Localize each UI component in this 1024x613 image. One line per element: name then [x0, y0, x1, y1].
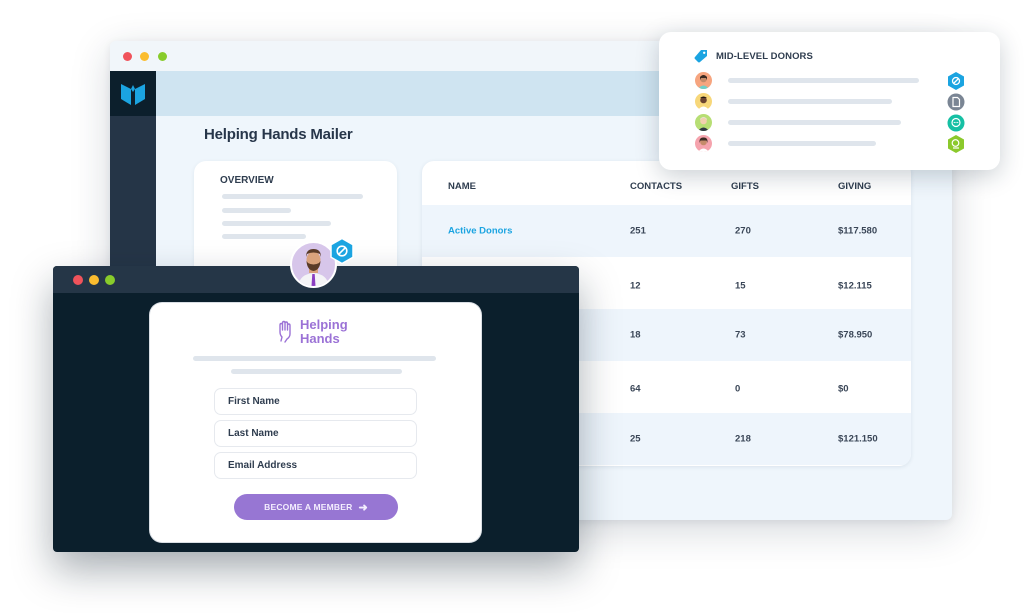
minimize-window-button[interactable] — [140, 52, 149, 61]
donor-list-item[interactable] — [659, 135, 1000, 155]
table-row[interactable]: Active Donors 251 270 $117.580 — [422, 205, 911, 257]
contacts-cell: 18 — [630, 329, 641, 341]
column-header-giving[interactable]: GIVING — [838, 181, 871, 192]
skeleton-line — [728, 141, 876, 146]
donation-icon[interactable] — [947, 135, 965, 153]
become-member-button[interactable]: BECOME A MEMBER ➜ — [234, 494, 398, 520]
close-window-button[interactable] — [123, 52, 132, 61]
close-window-button[interactable] — [73, 275, 83, 285]
link-icon[interactable] — [947, 72, 965, 90]
brand-line-2: Hands — [300, 331, 340, 346]
document-icon[interactable] — [947, 93, 965, 111]
skeleton-line — [728, 99, 892, 104]
brand-name: Helping Hands — [300, 318, 348, 346]
gifts-cell: 15 — [735, 280, 746, 292]
skeleton-line — [222, 221, 331, 226]
giving-cell: $0 — [838, 383, 849, 395]
minimize-window-button[interactable] — [89, 275, 99, 285]
maximize-window-button[interactable] — [105, 275, 115, 285]
app-logo[interactable] — [110, 71, 156, 116]
become-member-label: BECOME A MEMBER — [264, 502, 353, 512]
arrow-right-icon: ➜ — [358, 501, 368, 514]
skeleton-line — [728, 78, 919, 83]
maximize-window-button[interactable] — [158, 52, 167, 61]
skeleton-line — [222, 194, 363, 199]
donor-avatar — [695, 114, 712, 131]
last-name-field[interactable]: Last Name — [214, 420, 417, 447]
skeleton-line — [231, 369, 402, 374]
link-icon[interactable] — [329, 238, 355, 264]
chat-icon[interactable] — [947, 114, 965, 132]
skeleton-line — [193, 356, 436, 361]
gifts-cell: 73 — [735, 329, 746, 341]
book-logo-icon — [121, 83, 145, 105]
brand-logo: Helping Hands — [277, 318, 348, 346]
donor-avatar — [695, 93, 712, 110]
contacts-cell: 251 — [630, 225, 646, 237]
column-header-gifts[interactable]: GIFTS — [731, 181, 759, 192]
donor-list-item[interactable] — [659, 72, 1000, 92]
contacts-cell: 12 — [630, 280, 641, 292]
giving-cell: $121.150 — [838, 433, 878, 445]
gifts-cell: 218 — [735, 433, 751, 445]
mid-level-donors-card: MID-LEVEL DONORS — [659, 32, 1000, 170]
donor-avatar — [695, 135, 712, 152]
segment-name-link[interactable]: Active Donors — [448, 226, 512, 237]
email-address-field[interactable]: Email Address — [214, 452, 417, 479]
tag-icon — [694, 50, 707, 63]
page-title: Helping Hands Mailer — [204, 126, 353, 143]
signup-form: Helping Hands First Name Last Name Email… — [150, 303, 481, 542]
column-header-contacts[interactable]: CONTACTS — [630, 181, 682, 192]
gifts-cell: 0 — [735, 383, 741, 395]
signup-window: Helping Hands First Name Last Name Email… — [53, 266, 579, 552]
skeleton-line — [728, 120, 901, 125]
giving-cell: $117.580 — [838, 225, 878, 237]
first-name-field[interactable]: First Name — [214, 388, 417, 415]
giving-cell: $78.950 — [838, 329, 873, 341]
skeleton-line — [222, 234, 306, 239]
contacts-cell: 64 — [630, 383, 641, 395]
giving-cell: $12.115 — [838, 280, 872, 292]
donor-list-item[interactable] — [659, 114, 1000, 134]
column-header-name[interactable]: NAME — [448, 181, 476, 192]
donor-card-title: MID-LEVEL DONORS — [716, 51, 813, 62]
contacts-cell: 25 — [630, 433, 641, 445]
brand-line-1: Helping — [300, 317, 348, 332]
donor-list-item[interactable] — [659, 93, 1000, 113]
overview-title: OVERVIEW — [220, 175, 274, 186]
donor-avatar — [695, 72, 712, 89]
hand-icon — [279, 320, 291, 343]
gifts-cell: 270 — [735, 225, 751, 237]
skeleton-line — [222, 208, 291, 213]
